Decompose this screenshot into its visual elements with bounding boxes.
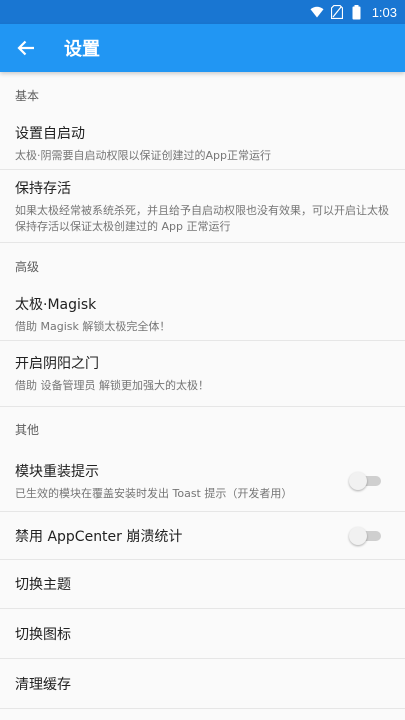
appcenter-switch[interactable] xyxy=(349,526,383,546)
setting-title: 切换图标 xyxy=(15,626,71,643)
setting-title: 太极·Magisk xyxy=(15,297,97,313)
setting-title: 切换主题 xyxy=(15,577,71,593)
setting-title: 清理缓存 xyxy=(15,676,71,693)
setting-title: 禁用 AppCenter 崩溃统计 xyxy=(15,528,183,545)
setting-switch-theme[interactable]: 切换主题 xyxy=(0,560,405,609)
section-header-basic: 基本 xyxy=(15,88,40,103)
section-header-other: 其他 xyxy=(15,422,40,437)
app-bar: 设置 xyxy=(0,24,405,72)
setting-summary: 借助 设备管理员 解锁更加强大的太极！ xyxy=(15,379,209,392)
back-button[interactable] xyxy=(0,24,52,72)
no-sim-icon xyxy=(330,5,344,19)
setting-title: 模块重装提示 xyxy=(15,463,99,480)
setting-magisk[interactable]: 太极·Magisk 借助 Magisk 解锁太极完全体！ xyxy=(0,289,405,341)
switch-thumb xyxy=(349,472,367,490)
section-header-advanced: 高级 xyxy=(15,259,40,274)
setting-title: 开启阴阳之门 xyxy=(15,356,99,372)
setting-keep-alive[interactable]: 保持存活 如果太极经常被系统杀死，并且给予自启动权限也没有效果，可以开启让太极保… xyxy=(0,170,405,243)
setting-yinyang-gate[interactable]: 开启阴阳之门 借助 设备管理员 解锁更加强大的太极！ xyxy=(0,341,405,407)
setting-summary: 如果太极经常被系统杀死，并且给予自启动权限也没有效果，可以开启让太极保持存活以保… xyxy=(15,203,389,233)
setting-disable-appcenter[interactable]: 禁用 AppCenter 崩溃统计 xyxy=(0,512,405,560)
reinstall-hint-switch[interactable] xyxy=(349,471,383,491)
setting-summary: 借助 Magisk 解锁太极完全体！ xyxy=(15,320,171,333)
setting-module-reinstall-hint[interactable]: 模块重装提示 已生效的模块在覆盖安装时发出 Toast 提示（开发者用） xyxy=(0,451,405,512)
settings-list: 基本 设置自启动 太极·阴需要自启动权限以保证创建过的App正常运行 保持存活 … xyxy=(0,72,405,720)
status-bar: 1:03 xyxy=(0,0,405,24)
arrow-back-icon xyxy=(17,40,34,56)
setting-summary: 已生效的模块在覆盖安装时发出 Toast 提示（开发者用） xyxy=(15,486,293,500)
setting-title: 保持存活 xyxy=(15,180,71,197)
setting-autostart[interactable]: 设置自启动 太极·阴需要自启动权限以保证创建过的App正常运行 xyxy=(0,118,405,170)
status-time: 1:03 xyxy=(371,4,397,20)
setting-summary: 太极·阴需要自启动权限以保证创建过的App正常运行 xyxy=(15,149,271,162)
page-title: 设置 xyxy=(64,39,100,60)
setting-switch-icon[interactable]: 切换图标 xyxy=(0,609,405,659)
setting-title: 设置自启动 xyxy=(15,126,85,142)
switch-thumb xyxy=(349,526,367,545)
setting-clear-cache[interactable]: 清理缓存 xyxy=(0,659,405,709)
wifi-icon xyxy=(310,5,324,19)
battery-icon xyxy=(350,4,364,19)
